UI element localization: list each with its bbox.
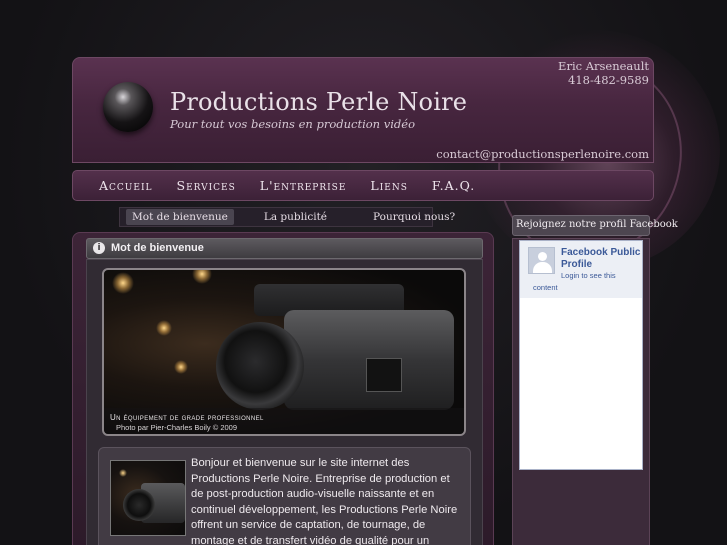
nav-item-entreprise[interactable]: L'entreprise [260,178,347,193]
subtab-la-publicite[interactable]: La publicité [264,211,327,223]
nav-item-services[interactable]: Services [177,178,236,193]
camera-lens [123,489,155,521]
site-title[interactable]: Productions Perle Noire [170,88,467,116]
nav-item-liens[interactable]: Liens [370,178,407,193]
bokeh-light [156,320,172,336]
intro-text: Bonjour et bienvenue sur le site interne… [191,457,458,545]
camera-screen [366,358,402,392]
info-icon: i [93,242,105,254]
panel-title: Mot de bienvenue [111,242,204,254]
facebook-login-link[interactable]: Login to see this [561,271,616,280]
hero-credit: Photo par Pier-Charles Boily © 2009 [116,423,238,432]
contact-email-link[interactable]: contact@productionsperlenoire.com [436,147,649,161]
site-tagline: Pour tout vos besoins en production vidé… [170,117,416,131]
subtab-mot-de-bienvenue[interactable]: Mot de bienvenue [126,209,234,225]
camera-lens [216,322,304,410]
black-pearl-logo-icon[interactable] [103,82,153,132]
facebook-content-label: content [533,283,558,292]
camera-thumbnail [110,460,186,536]
subtabs-bar: Mot de bienvenue La publicité Pourquoi n… [119,207,455,227]
bokeh-light [174,360,188,374]
default-profile-avatar[interactable] [528,247,555,274]
page: Productions Perle Noire Pour tout vos be… [0,0,727,545]
facebook-title: Rejoignez notre profil Facebook [516,219,678,230]
nav-item-faq[interactable]: F.A.Q. [432,178,475,193]
contact-name: Eric Arseneault [558,59,649,73]
avatar-shoulders [533,262,552,273]
main-nav: Accueil Services L'entreprise Liens F.A.… [72,170,654,201]
hero-camera-photo: Un équipement de grade professionnel Pho… [102,268,466,436]
bokeh-light [119,469,127,477]
subtab-pourquoi-nous[interactable]: Pourquoi nous? [373,211,455,223]
nav-item-accueil[interactable]: Accueil [99,178,153,193]
avatar-head [538,252,547,261]
hero-caption: Un équipement de grade professionnel [110,413,264,422]
facebook-profile-link[interactable]: Facebook Public Profile [561,247,641,271]
bokeh-light [112,272,134,294]
bokeh-light [192,270,212,284]
contact-phone: 418-482-9589 [568,73,649,87]
